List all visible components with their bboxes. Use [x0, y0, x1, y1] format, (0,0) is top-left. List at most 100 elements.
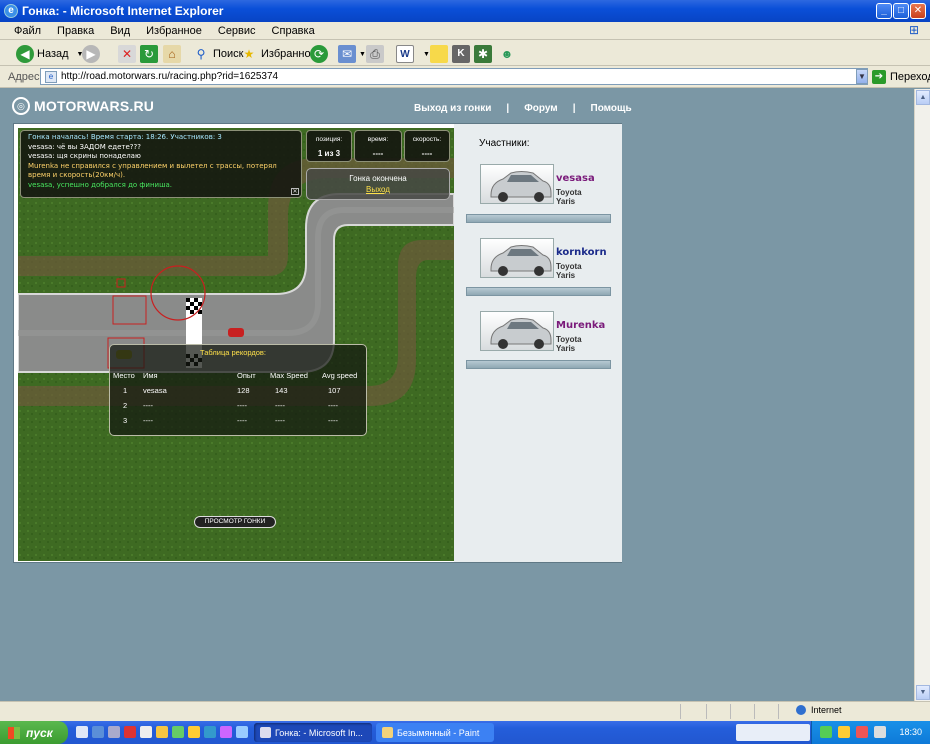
windows-flag-icon [8, 726, 20, 739]
scroll-down-icon[interactable]: ▼ [916, 685, 930, 700]
menu-tools[interactable]: Сервис [218, 25, 256, 37]
app-icon[interactable] [172, 726, 184, 738]
replay-button[interactable]: ПРОСМОТР ГОНКИ [194, 516, 276, 528]
records-cell: ---- [275, 401, 285, 410]
nav-forum[interactable]: Форум [524, 103, 557, 114]
tray-icon[interactable] [856, 726, 868, 738]
menu-favorites[interactable]: Избранное [146, 25, 202, 37]
status-divider [680, 704, 681, 719]
address-input[interactable]: e http://road.motorwars.ru/racing.php?ri… [40, 68, 868, 85]
records-cell: 1 [123, 386, 128, 395]
k-button[interactable]: K [452, 44, 473, 64]
records-title: Таблица рекордов: [200, 348, 266, 357]
tray-icon[interactable] [838, 726, 850, 738]
opera-icon[interactable] [124, 726, 136, 738]
go-button[interactable]: ➔ Переход [872, 70, 930, 84]
app-icon[interactable] [188, 726, 200, 738]
task-label: Гонка: - Microsoft In... [275, 727, 363, 738]
site-logo[interactable]: ◎ MOTORWARS.RU [12, 97, 154, 115]
participant-name[interactable]: Murenka [556, 320, 605, 331]
records-cell: ---- [237, 401, 247, 410]
desktop-icon[interactable] [76, 726, 88, 738]
ie-icon: e [4, 4, 18, 18]
page-icon: e [45, 70, 57, 83]
system-tray: 18:30 [811, 721, 930, 744]
address-dropdown-icon[interactable]: ▼ [856, 69, 868, 84]
position-stat: позиция: 1 из 3 [306, 130, 352, 162]
race-car-red [228, 328, 244, 337]
print-button[interactable]: ⎙ [366, 44, 387, 64]
ie-quicklaunch-icon[interactable] [92, 726, 104, 738]
records-header: Опыт [237, 371, 256, 380]
word-button[interactable]: W ▼ [396, 44, 430, 64]
menu-file[interactable]: Файл [14, 25, 41, 37]
note-button[interactable] [430, 44, 451, 64]
participants-title: Участники: [479, 138, 530, 149]
folder-icon[interactable] [156, 726, 168, 738]
task-label: Безымянный - Paint [397, 727, 480, 738]
menu-bar: Файл Правка Вид Избранное Сервис Справка [0, 22, 930, 40]
addon-button[interactable]: ✱ [474, 44, 495, 64]
back-label: Назад [37, 48, 69, 60]
records-header: Avg speed [322, 371, 358, 380]
app-icon[interactable] [204, 726, 216, 738]
mail-button[interactable]: ✉ ▼ [338, 44, 366, 64]
word-icon: W [396, 45, 414, 63]
favorites-button[interactable]: ★ Избранное [240, 44, 317, 64]
chat-close-icon[interactable]: ✕ [291, 188, 299, 195]
nav-help[interactable]: Помощь [591, 103, 632, 114]
scroll-up-icon[interactable]: ▲ [916, 90, 930, 105]
forward-arrow-icon: ▶ [82, 45, 100, 63]
stop-button[interactable]: ✕ [118, 44, 139, 64]
records-cell: 143 [275, 386, 288, 395]
menu-help[interactable]: Справка [272, 25, 315, 37]
menu-view[interactable]: Вид [110, 25, 130, 37]
history-button[interactable]: ⟳ [310, 44, 331, 64]
forward-button[interactable]: ▶ [82, 44, 103, 64]
exit-link[interactable]: Выход [307, 185, 449, 194]
records-cell: ---- [237, 416, 247, 425]
nav-exit-race[interactable]: Выход из гонки [414, 103, 491, 114]
records-cell: ---- [328, 416, 338, 425]
zone-label: Internet [811, 705, 842, 715]
mail-dropdown-icon[interactable]: ▼ [359, 51, 366, 58]
nav-separator: | [572, 103, 576, 114]
nero-search-box[interactable] [736, 724, 810, 741]
messenger-button[interactable]: ☻ [498, 44, 519, 64]
home-button[interactable]: ⌂ [163, 44, 184, 64]
race-track-view[interactable]: Гонка началась! Время старта: 18:26. Уча… [18, 128, 454, 561]
notepad-icon[interactable] [140, 726, 152, 738]
vertical-scrollbar[interactable]: ▲ ▼ [914, 89, 930, 701]
back-button[interactable]: ◀ Назад ▼ [16, 44, 83, 64]
window-title-bar: e Гонка: - Microsoft Internet Explorer _… [0, 0, 930, 22]
participant-name[interactable]: kornkorn [556, 247, 607, 258]
minimize-button[interactable]: _ [876, 3, 892, 19]
tray-icon[interactable] [820, 726, 832, 738]
word-dropdown-icon[interactable]: ▼ [423, 51, 430, 58]
stat-label: время: [367, 136, 389, 143]
start-button[interactable]: пуск [0, 721, 68, 744]
stat-label: позиция: [315, 136, 343, 143]
address-label: Адрес: [8, 71, 43, 83]
clock: 18:30 [899, 727, 922, 737]
tray-icon[interactable] [874, 726, 886, 738]
star-icon: ★ [243, 47, 255, 61]
task-paint-window[interactable]: Безымянный - Paint [376, 723, 494, 742]
menu-edit[interactable]: Правка [57, 25, 94, 37]
refresh-button[interactable]: ↻ [140, 44, 161, 64]
app-icon[interactable] [220, 726, 232, 738]
maximize-button[interactable]: □ [893, 3, 909, 19]
explorer-icon[interactable] [108, 726, 120, 738]
site-nav: Выход из гонки | Форум | Помощь [414, 103, 632, 114]
close-button[interactable]: ✕ [910, 3, 926, 19]
records-cell: 107 [328, 386, 341, 395]
participant-name[interactable]: vesasa [556, 173, 595, 184]
records-cell: vesasa [143, 386, 167, 395]
taskbar: пуск Гонка: - Microsoft In... Безымянный… [0, 721, 930, 744]
race-finished-text: Гонка окончена [349, 174, 407, 183]
chat-line: vesasa: щя скрины понаделаю [28, 152, 141, 160]
task-ie-window[interactable]: Гонка: - Microsoft In... [254, 723, 372, 742]
app-icon[interactable] [236, 726, 248, 738]
search-button[interactable]: ⚲ Поиск [192, 44, 244, 64]
security-zone: Internet [796, 705, 842, 715]
